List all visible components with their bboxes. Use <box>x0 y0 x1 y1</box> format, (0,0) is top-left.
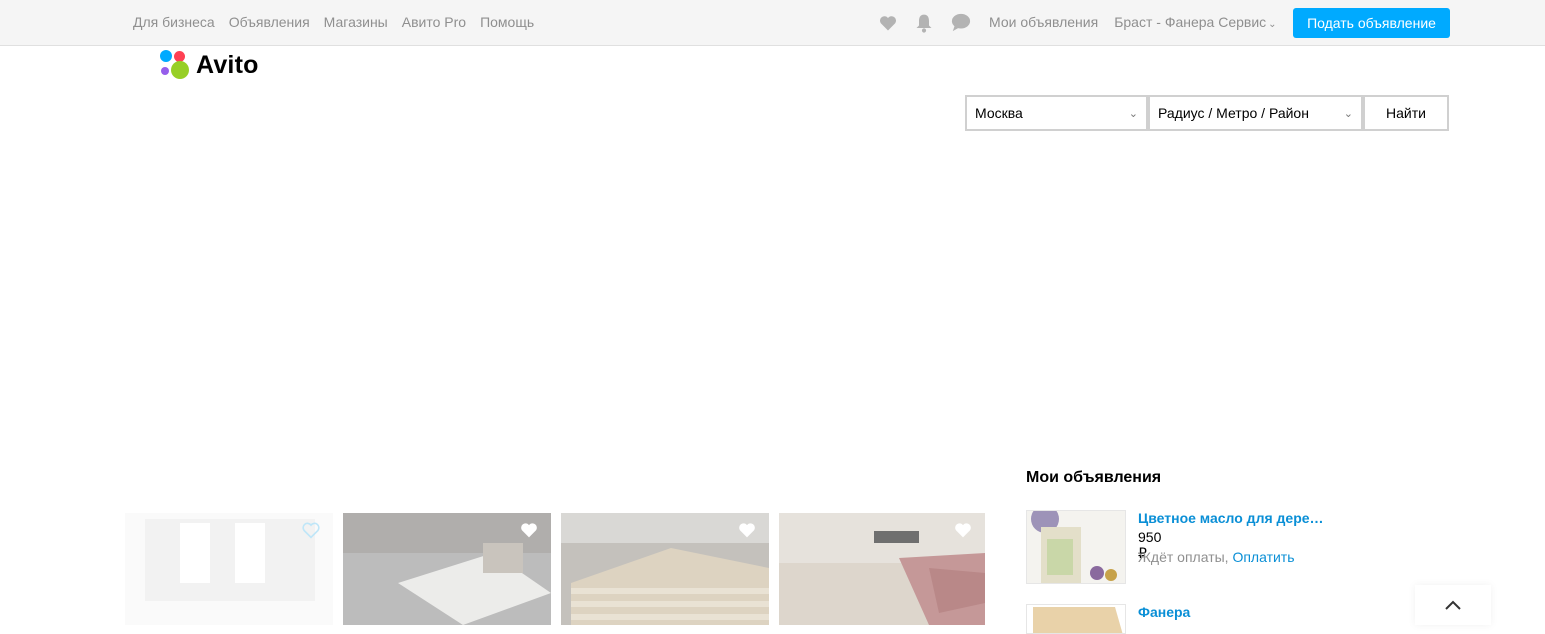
favorite-heart-icon[interactable] <box>953 521 973 544</box>
ad-status-text: Ждёт оплаты, <box>1138 549 1229 565</box>
area-value: Радиус / Метро / Район <box>1158 105 1309 121</box>
chevron-down-icon: ⌄ <box>1268 19 1277 30</box>
ad-status: Ждёт оплаты, Оплатить <box>1138 549 1295 565</box>
top-nav: Для бизнеса Объявления Магазины Авито Pr… <box>133 14 534 30</box>
scroll-to-top-button[interactable] <box>1415 585 1491 625</box>
ad-thumbnail[interactable] <box>1026 604 1126 634</box>
area-select[interactable]: Радиус / Метро / Район ⌄ <box>1148 95 1363 131</box>
favorite-heart-icon[interactable] <box>301 521 321 544</box>
user-menu: Мои объявления Браст - Фанера Сервис ⌄ <box>989 14 1277 30</box>
favorite-heart-icon[interactable] <box>519 521 539 544</box>
logo-dots-icon <box>160 50 190 80</box>
city-select[interactable]: Москва ⌄ <box>965 95 1148 131</box>
nav-avito-pro[interactable]: Авито Pro <box>402 14 466 30</box>
product-card[interactable] <box>779 513 985 625</box>
nav-shops[interactable]: Магазины <box>324 14 388 30</box>
find-button[interactable]: Найти <box>1363 95 1449 131</box>
ad-image <box>1027 605 1125 633</box>
my-ads-heading: Мои объявления <box>1026 469 1162 486</box>
product-card[interactable] <box>125 513 333 625</box>
heart-icon[interactable] <box>878 13 898 33</box>
account-menu[interactable]: Браст - Фанера Сервис ⌄ <box>1114 14 1276 30</box>
nav-business[interactable]: Для бизнеса <box>133 14 215 30</box>
city-value: Москва <box>975 105 1023 121</box>
nav-ads[interactable]: Объявления <box>229 14 310 30</box>
logo-text: Avito <box>196 50 259 79</box>
account-name: Браст - Фанера Сервис <box>1114 14 1267 30</box>
chat-icon[interactable] <box>950 13 972 33</box>
my-ads-link[interactable]: Мои объявления <box>989 14 1098 30</box>
nav-help[interactable]: Помощь <box>480 14 534 30</box>
post-ad-button[interactable]: Подать объявление <box>1293 8 1450 38</box>
pay-link[interactable]: Оплатить <box>1232 549 1294 565</box>
ad-image <box>1027 511 1125 583</box>
product-card[interactable] <box>343 513 551 625</box>
bell-icon[interactable] <box>914 12 934 34</box>
ad-thumbnail[interactable] <box>1026 510 1126 584</box>
avito-logo[interactable]: Avito <box>160 50 259 80</box>
top-icons <box>878 12 972 34</box>
product-card[interactable] <box>561 513 769 625</box>
favorite-heart-icon[interactable] <box>737 521 757 544</box>
chevron-up-icon <box>1445 600 1461 610</box>
ad-title[interactable]: Фанера <box>1138 604 1190 620</box>
chevron-down-icon: ⌄ <box>1343 107 1353 120</box>
ad-title[interactable]: Цветное масло для дере… <box>1138 510 1324 526</box>
recommended-cards <box>125 513 985 625</box>
search-bar: Москва ⌄ Радиус / Метро / Район ⌄ Найти <box>965 95 1449 131</box>
chevron-down-icon: ⌄ <box>1128 107 1138 120</box>
top-bar: Для бизнеса Объявления Магазины Авито Pr… <box>0 0 1545 46</box>
